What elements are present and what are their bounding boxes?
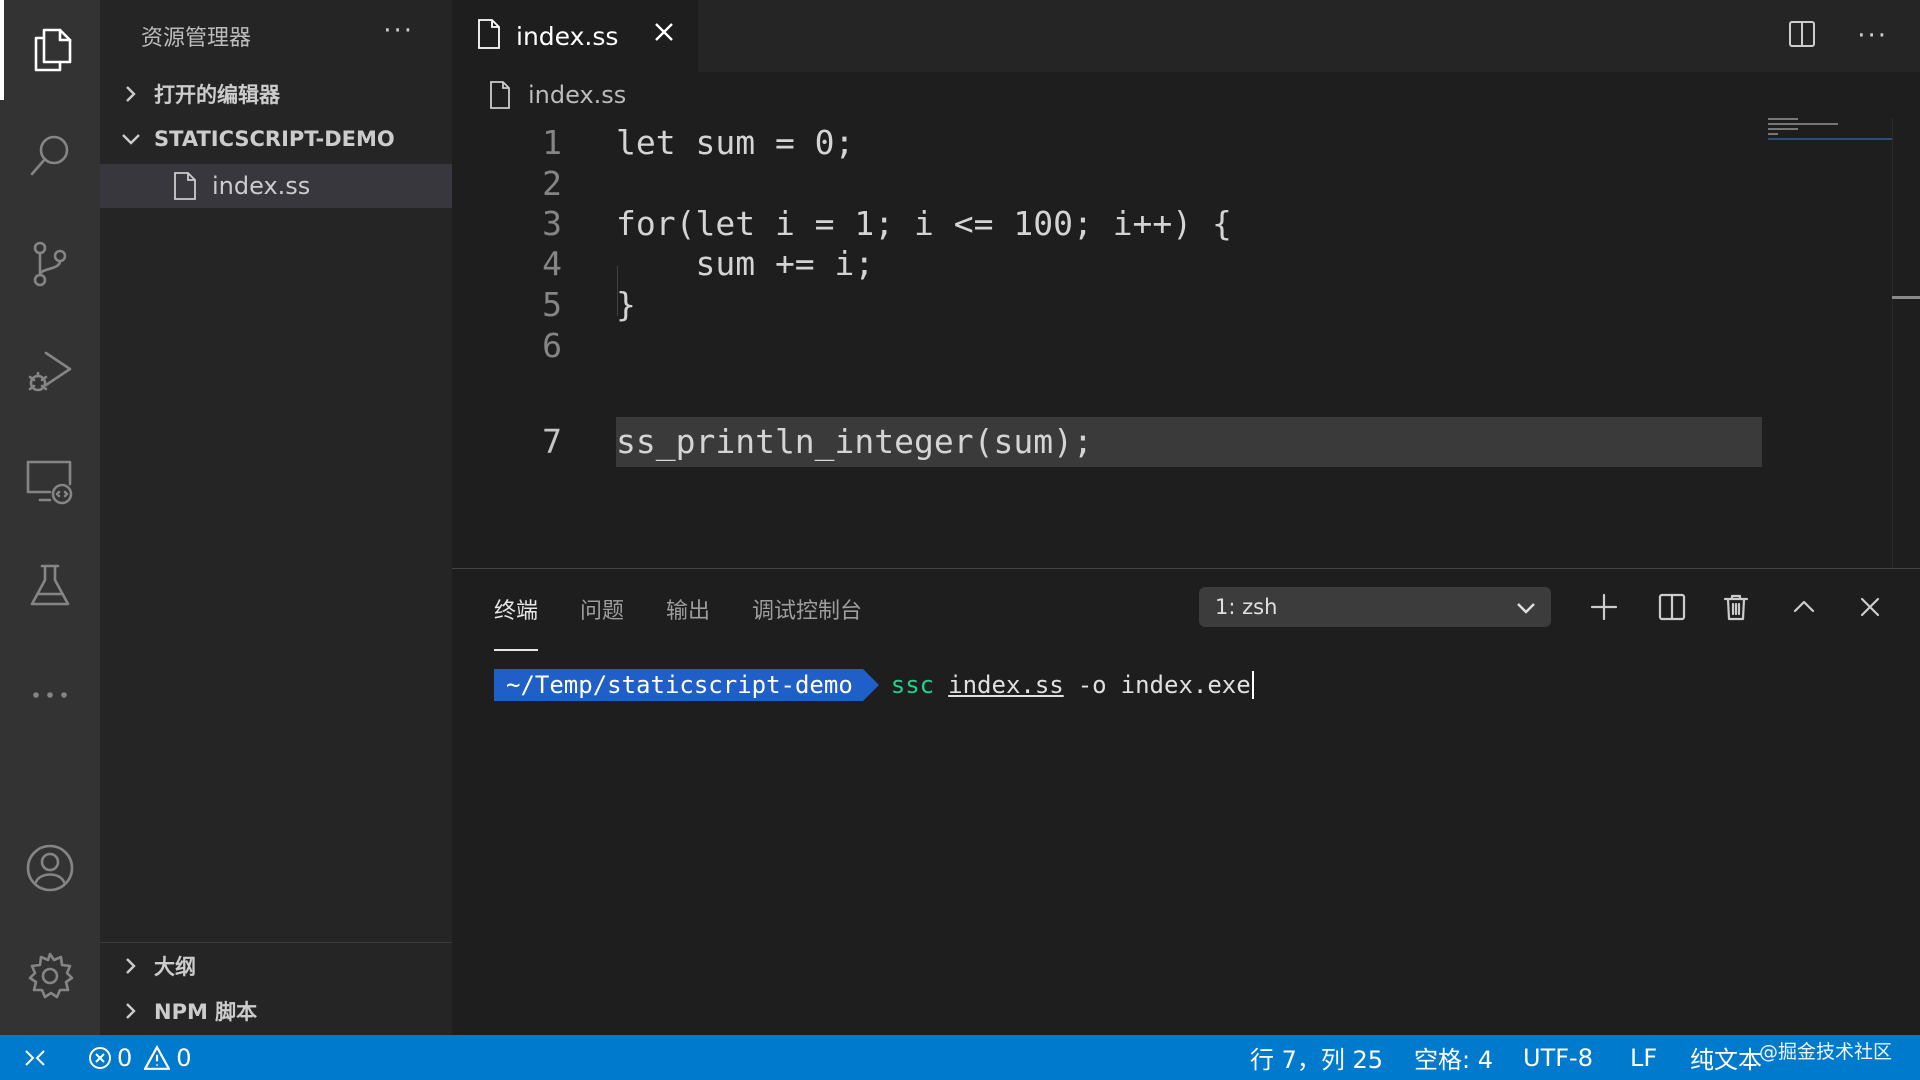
minimap[interactable] — [1768, 118, 1892, 148]
accounts-icon[interactable] — [0, 818, 100, 918]
watermark: @掘金技术社区 — [1758, 1041, 1892, 1063]
status-bar: 0 0 行 7，列 25 空格: 4 UTF-8 LF 纯文本 @掘金技术社区 — [0, 1035, 1920, 1080]
sidebar-title: 资源管理器 — [141, 26, 252, 51]
breadcrumb-file[interactable]: index.ss — [528, 81, 626, 109]
terminal-select-value: 1: zsh — [1215, 595, 1278, 619]
split-terminal-icon[interactable] — [1654, 589, 1690, 625]
line-number: 6 — [542, 326, 562, 365]
language-mode[interactable]: 纯文本 — [1690, 1035, 1762, 1080]
indentation[interactable]: 空格: 4 — [1414, 1035, 1493, 1080]
explorer-icon[interactable] — [0, 0, 100, 100]
warning-icon — [144, 1044, 171, 1070]
scrollbar-cursor-marker — [1892, 296, 1920, 299]
code-line-current: 7 ss_println_integer(sum); — [452, 417, 1752, 467]
close-icon[interactable] — [652, 20, 676, 48]
activity-bar — [0, 0, 100, 1035]
terminal-prompt: ~/Temp/staticscript-demo — [494, 669, 863, 701]
code-text: ss_println_integer(sum); — [616, 422, 1093, 461]
tab-terminal[interactable]: 终端 — [494, 593, 539, 651]
editor-actions: ··· — [1787, 0, 1920, 72]
tab-label: index.ss — [516, 21, 619, 51]
warning-count: 0 — [176, 1043, 192, 1072]
editor-scrollbar[interactable] — [1892, 118, 1920, 568]
chevron-right-icon — [100, 957, 140, 975]
section-project[interactable]: STATICSCRIPT-DEMO — [100, 117, 452, 161]
file-icon — [174, 172, 196, 200]
terminal-arg-output: index.exe — [1120, 671, 1251, 699]
section-npm-scripts[interactable]: NPM 脚本 — [100, 989, 452, 1033]
section-open-editors[interactable]: 打开的编辑器 — [100, 72, 452, 116]
search-icon[interactable] — [0, 106, 100, 206]
divider — [100, 942, 452, 943]
run-debug-icon[interactable] — [0, 321, 100, 421]
more-actions-icon[interactable]: ··· — [1857, 21, 1888, 51]
chevron-down-icon — [1517, 603, 1535, 614]
file-icon — [476, 18, 502, 54]
code-line: 6 — [452, 321, 1752, 371]
tab-problems[interactable]: 问题 — [580, 593, 624, 637]
error-icon — [89, 1046, 111, 1069]
encoding[interactable]: UTF-8 — [1523, 1035, 1593, 1080]
remote-explorer-icon[interactable] — [0, 430, 100, 530]
close-panel-icon[interactable] — [1852, 589, 1888, 625]
cursor-position[interactable]: 行 7，列 25 — [1250, 1035, 1383, 1080]
source-control-icon[interactable] — [0, 214, 100, 314]
remote-icon[interactable] — [22, 1035, 48, 1080]
terminal-line[interactable]: ~/Temp/staticscript-demo ssc index.ss -o… — [494, 669, 1254, 701]
terminal-arg-flag: -o — [1077, 671, 1107, 699]
panel-tabs: 终端 问题 输出 调试控制台 — [494, 593, 904, 651]
section-label: NPM 脚本 — [154, 1000, 258, 1024]
section-label: 打开的编辑器 — [154, 83, 280, 107]
error-count: 0 — [117, 1043, 133, 1072]
trash-icon[interactable] — [1718, 589, 1754, 625]
file-icon — [490, 81, 510, 109]
file-item-index-ss[interactable]: index.ss — [100, 164, 452, 208]
file-name: index.ss — [212, 172, 311, 200]
section-label: STATICSCRIPT-DEMO — [154, 127, 395, 151]
breadcrumb: index.ss — [452, 72, 1920, 118]
line-number: 7 — [542, 422, 562, 461]
section-outline[interactable]: 大纲 — [100, 944, 452, 988]
split-editor-icon[interactable] — [1787, 19, 1817, 53]
bottom-panel: 终端 问题 输出 调试控制台 1: zsh ~/Temp/staticscrip… — [452, 568, 1920, 1035]
tab-debug-console[interactable]: 调试控制台 — [752, 593, 862, 637]
chevron-down-icon — [100, 130, 140, 148]
editor-tab-index-ss[interactable]: index.ss — [452, 0, 698, 72]
end-of-line[interactable]: LF — [1630, 1035, 1657, 1080]
prompt-arrow — [862, 669, 879, 701]
explorer-sidebar: 资源管理器 ··· 打开的编辑器 STATICSCRIPT-DEMO index… — [100, 0, 452, 1035]
new-terminal-icon[interactable] — [1586, 589, 1622, 625]
chevron-right-icon — [100, 1002, 140, 1020]
terminal-cursor — [1251, 671, 1254, 699]
problems-indicator[interactable]: 0 0 — [88, 1035, 192, 1080]
terminal-arg-file: index.ss — [948, 671, 1064, 699]
sidebar-more-icon[interactable]: ··· — [383, 16, 414, 46]
testing-flask-icon[interactable] — [0, 536, 100, 636]
sidebar-header: 资源管理器 ··· — [100, 0, 452, 72]
terminal-command: ssc — [890, 671, 935, 699]
gear-icon[interactable] — [0, 926, 100, 1026]
more-icon[interactable] — [0, 645, 100, 745]
chevron-right-icon — [100, 85, 140, 103]
section-label: 大纲 — [154, 955, 196, 979]
code-editor[interactable]: 1 let sum = 0; 2 3 for(let i = 1; i <= 1… — [452, 118, 1920, 568]
terminal-select[interactable]: 1: zsh — [1199, 587, 1551, 627]
editor-tab-bar: index.ss ··· — [452, 0, 1920, 72]
maximize-panel-icon[interactable] — [1786, 589, 1822, 625]
tab-output[interactable]: 输出 — [666, 593, 710, 637]
